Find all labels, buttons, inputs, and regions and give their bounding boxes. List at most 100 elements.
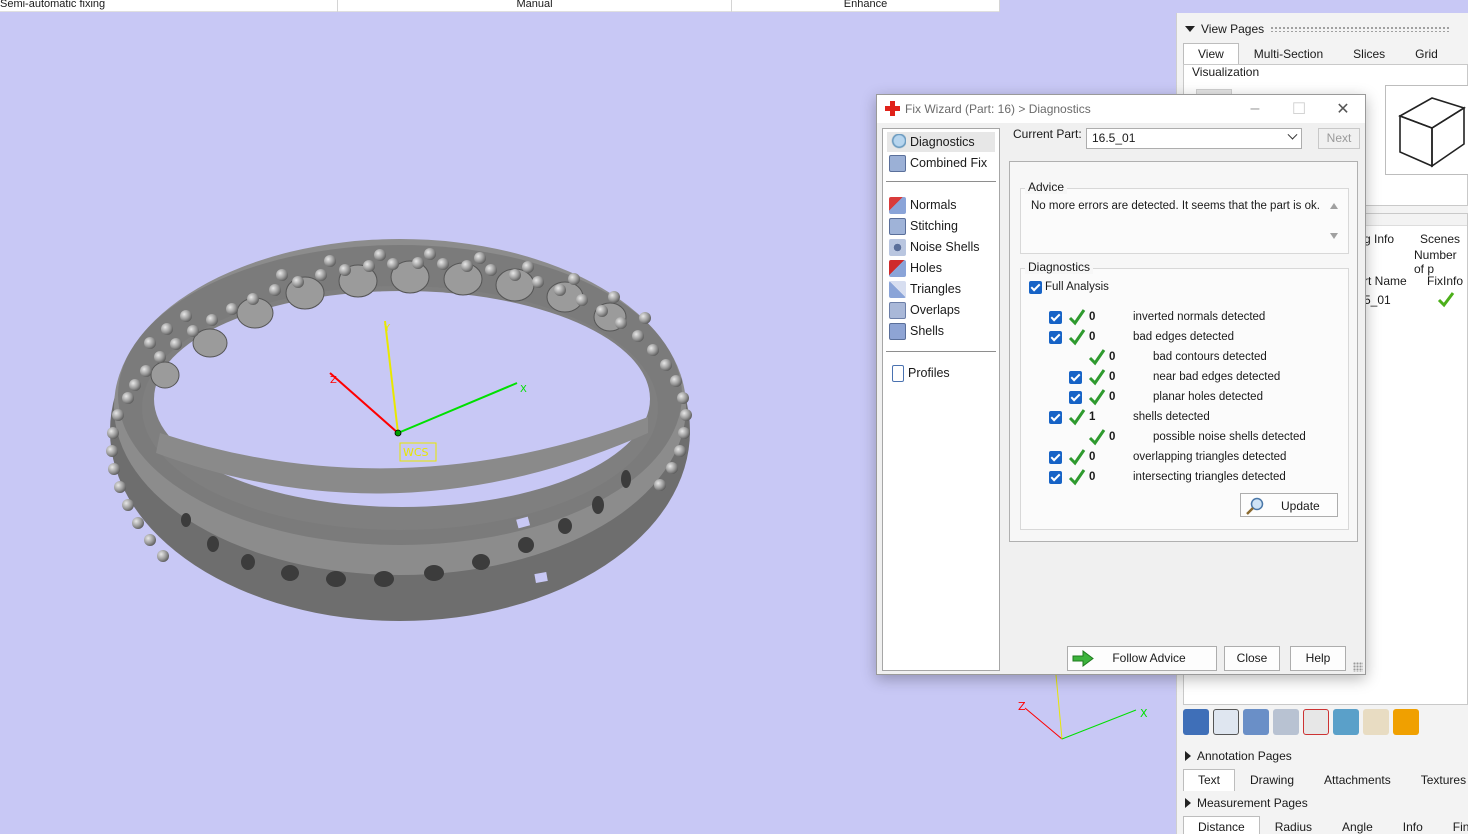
count-planar-holes: 0	[1109, 391, 1116, 403]
red-cross-icon	[885, 101, 900, 116]
current-part-select[interactable]: 16.5_01	[1086, 128, 1302, 149]
count-bad-contours: 0	[1109, 351, 1116, 363]
check-planar-holes[interactable]	[1069, 391, 1082, 404]
tab-slices[interactable]: Slices	[1338, 43, 1400, 65]
measurement-pages-label: Measurement Pages	[1197, 796, 1308, 810]
label-overlapping-triangles: overlapping triangles detected	[1133, 451, 1287, 463]
tab-grid[interactable]: Grid	[1400, 43, 1453, 65]
tab-view[interactable]: View	[1183, 43, 1239, 65]
axis-y-label: Y	[383, 323, 391, 334]
holes-cube-icon	[889, 259, 906, 277]
minimize-button[interactable]: –	[1233, 95, 1277, 123]
follow-advice-label: Follow Advice	[1112, 651, 1186, 665]
check-overlapping-triangles[interactable]	[1049, 451, 1062, 464]
ribbon-section-manual[interactable]: Manual	[338, 0, 732, 12]
diagnostics-panel: No more errors are detected. It seems th…	[1009, 161, 1358, 542]
col-part-name[interactable]: rt Name	[1364, 274, 1407, 288]
tab-attachments[interactable]: Attachments	[1309, 769, 1406, 791]
dialog-titlebar[interactable]: Fix Wizard (Part: 16) > Diagnostics – ☐ …	[877, 95, 1365, 123]
help-button[interactable]: Help	[1290, 646, 1346, 671]
ribbon-section-enhance[interactable]: Enhance	[732, 0, 1000, 12]
check-inverted-normals[interactable]	[1049, 311, 1062, 324]
nav-normals[interactable]: Normals	[887, 195, 995, 215]
nav-noise-shells[interactable]: Noise Shells	[887, 237, 995, 257]
magnifier-icon	[1246, 497, 1264, 515]
tab-distance[interactable]: Distance	[1183, 816, 1260, 834]
update-button[interactable]: Update	[1240, 493, 1338, 517]
part-select-icon[interactable]	[1183, 709, 1209, 735]
view-pages-header[interactable]: View Pages	[1185, 20, 1451, 38]
nav-diagnostics[interactable]: Diagnostics	[887, 132, 995, 152]
expand-arrow-icon	[1185, 751, 1191, 761]
close-icon: ✕	[1336, 101, 1350, 118]
nav-label: Shells	[910, 324, 945, 338]
tab-info-measure[interactable]: Info	[1388, 816, 1438, 834]
resize-grip[interactable]	[1353, 662, 1363, 672]
nav-label: Holes	[910, 261, 942, 275]
check-bad-edges[interactable]	[1049, 331, 1062, 344]
scroll-up-icon[interactable]	[1330, 203, 1338, 209]
label-bad-edges: bad edges detected	[1133, 331, 1235, 343]
tab-multi-section[interactable]: Multi-Section	[1239, 43, 1338, 65]
nav-shells[interactable]: Shells	[887, 321, 995, 341]
full-analysis-label: Full Analysis	[1045, 281, 1109, 293]
tab-final-part[interactable]: Final Part	[1438, 816, 1468, 834]
close-button[interactable]: Close	[1224, 646, 1280, 671]
count-inverted-normals: 0	[1089, 311, 1096, 323]
full-analysis-checkbox[interactable]	[1029, 281, 1042, 294]
nav-profiles[interactable]: Profiles	[887, 363, 995, 383]
check-intersecting-triangles[interactable]	[1049, 471, 1062, 484]
next-button[interactable]: Next	[1318, 128, 1360, 149]
col-fixinfo[interactable]: FixInfo	[1427, 274, 1463, 288]
tab-radius[interactable]: Radius	[1260, 816, 1327, 834]
wizard-nav: Diagnostics Combined Fix Normals Stitchi…	[882, 128, 1000, 671]
view-cube-icon	[1398, 97, 1466, 168]
visualization-label: Visualization	[1192, 65, 1260, 79]
count-intersecting-triangles: 0	[1089, 471, 1096, 483]
dialog-title: Fix Wizard (Part: 16) > Diagnostics	[905, 102, 1091, 116]
part-row-name[interactable]: 5_01	[1364, 293, 1391, 307]
tab-textures[interactable]: Textures	[1406, 769, 1468, 791]
follow-advice-button[interactable]: Follow Advice	[1067, 646, 1217, 671]
label-planar-holes: planar holes detected	[1153, 391, 1263, 403]
cube-outline-icon[interactable]	[1273, 709, 1299, 735]
number-of-parts-label: Number of p	[1414, 248, 1457, 276]
green-check-icon	[1068, 469, 1086, 486]
maximize-button[interactable]: ☐	[1277, 95, 1321, 123]
nav-label: Diagnostics	[910, 135, 975, 149]
tab-drawing[interactable]: Drawing	[1235, 769, 1309, 791]
green-check-icon	[1088, 389, 1106, 406]
nav-combined-fix[interactable]: Combined Fix	[887, 153, 995, 173]
tag-icon[interactable]	[1363, 709, 1389, 735]
nav-label: Overlaps	[910, 303, 961, 317]
nav-stitching[interactable]: Stitching	[887, 216, 995, 236]
tab-text[interactable]: Text	[1183, 769, 1236, 791]
annotation-pages-header[interactable]: Annotation Pages	[1185, 747, 1292, 765]
nav-overlaps[interactable]: Overlaps	[887, 300, 995, 320]
check-swap-icon[interactable]	[1213, 709, 1239, 735]
remove-part-icon[interactable]	[1303, 709, 1329, 735]
check-near-bad-edges[interactable]	[1069, 371, 1082, 384]
tab-scenes[interactable]: Scenes	[1420, 232, 1460, 246]
parts-color-icon[interactable]	[1333, 709, 1359, 735]
advice-label: Advice	[1025, 180, 1068, 194]
pencil-icon[interactable]	[1393, 709, 1419, 735]
view-cube[interactable]	[1385, 85, 1468, 175]
axis-x-label: X	[520, 384, 527, 395]
nav-label: Profiles	[908, 366, 950, 380]
noise-shells-icon	[889, 238, 906, 256]
nav-triangles[interactable]: Triangles	[887, 279, 995, 299]
label-noise-shells: possible noise shells detected	[1153, 431, 1306, 443]
check-shells[interactable]	[1049, 411, 1062, 424]
tab-info[interactable]: g Info	[1364, 232, 1394, 246]
green-arrow-icon	[1072, 650, 1094, 667]
cube-group-icon[interactable]	[1243, 709, 1269, 735]
scroll-down-icon[interactable]	[1330, 233, 1338, 239]
update-label: Update	[1281, 499, 1320, 513]
close-window-button[interactable]: ✕	[1321, 95, 1365, 123]
nav-holes[interactable]: Holes	[887, 258, 995, 278]
corner-axis-z-label: Z	[1018, 700, 1026, 713]
tab-angle[interactable]: Angle	[1327, 816, 1388, 834]
ribbon-section-semi-automatic[interactable]: Semi-automatic fixing	[0, 0, 338, 12]
measurement-pages-header[interactable]: Measurement Pages	[1185, 794, 1308, 812]
